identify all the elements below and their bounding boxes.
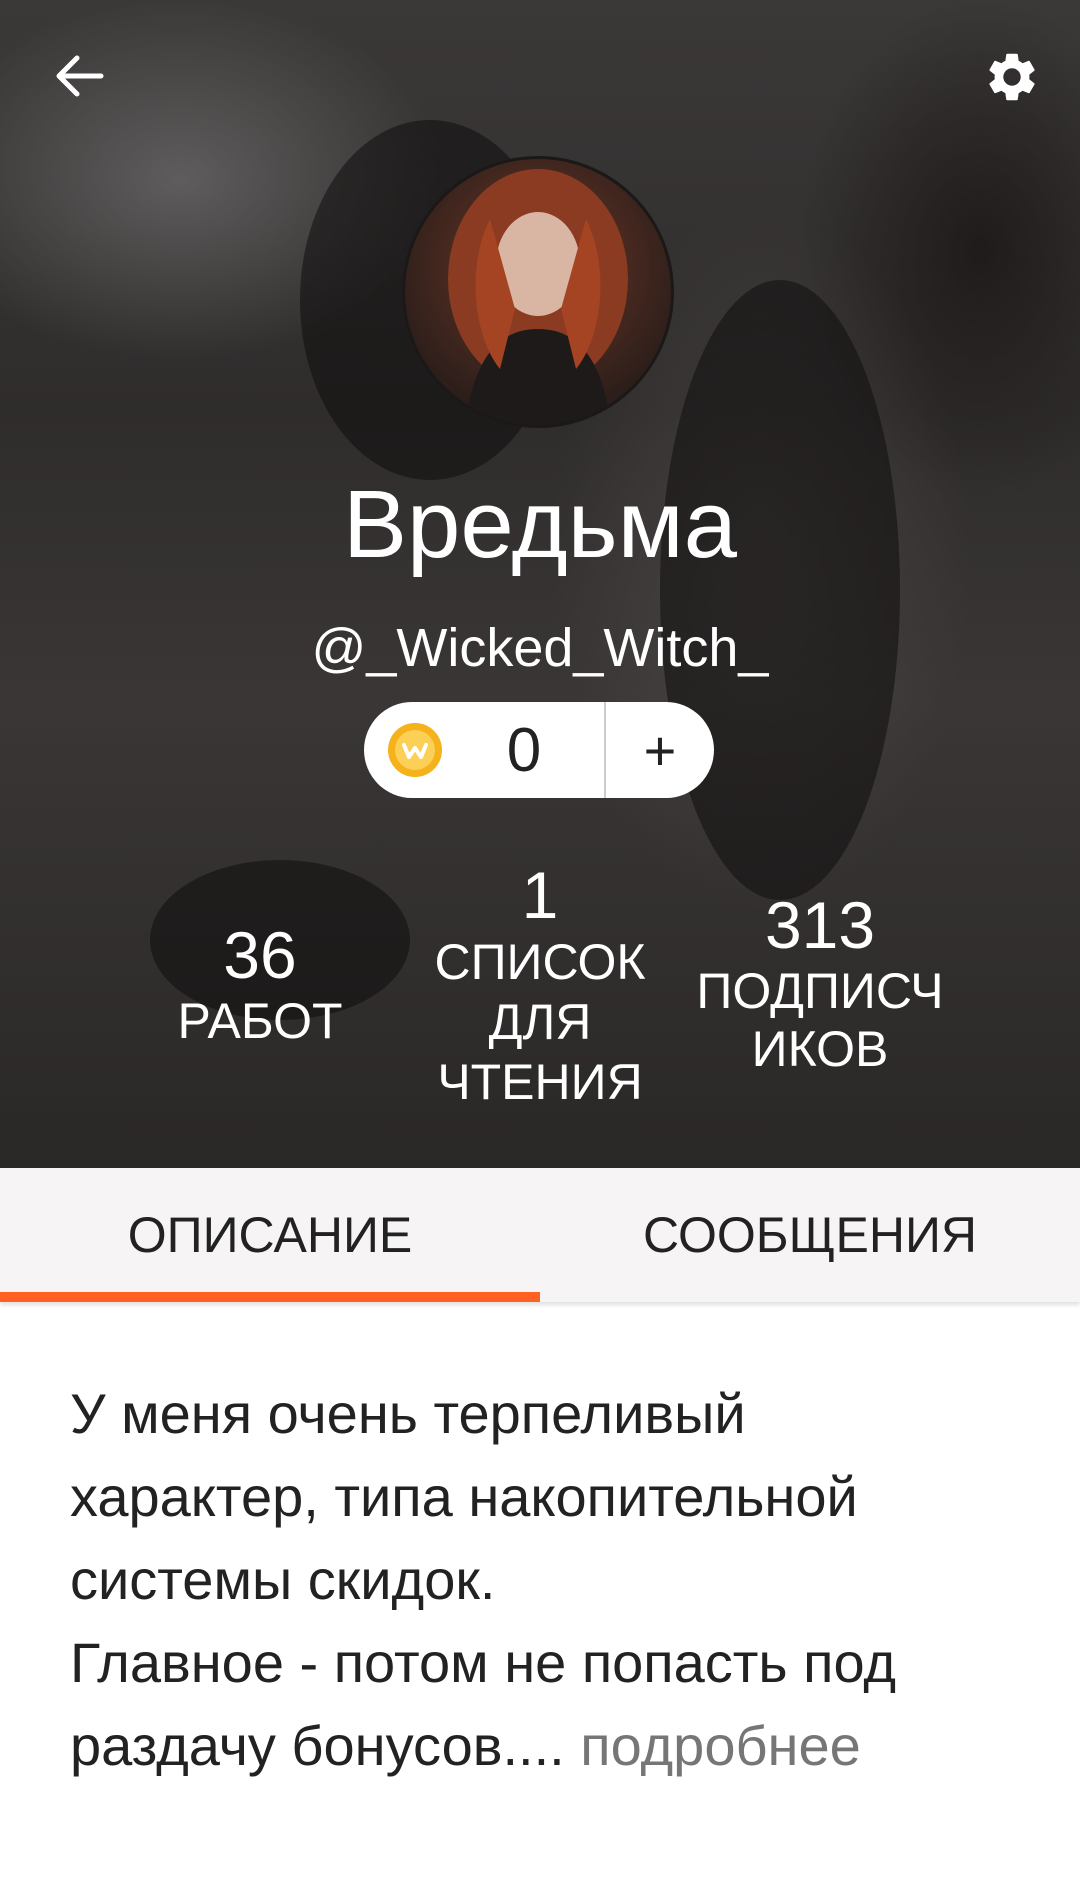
works-label: РАБОТ bbox=[177, 993, 343, 1049]
profile-header: Вредьма @_Wicked_Witch_ 0 + 36 РАБОТ 1 С… bbox=[0, 0, 1080, 1168]
avatar-image bbox=[448, 169, 628, 425]
display-name: Вредьма bbox=[342, 471, 738, 578]
description-line: системы скидок. bbox=[70, 1548, 496, 1611]
settings-button[interactable] bbox=[975, 40, 1049, 114]
coin-icon bbox=[388, 723, 442, 777]
followers-label-line2: ИКОВ bbox=[751, 1021, 889, 1077]
description-line: Главное - потом не попасть под bbox=[70, 1631, 897, 1694]
tab-description[interactable]: ОПИСАНИЕ bbox=[0, 1168, 540, 1302]
works-count: 36 bbox=[223, 918, 297, 992]
stat-followers[interactable]: 313 ПОДПИСЧ ИКОВ bbox=[680, 888, 960, 1078]
coin-count: 0 bbox=[506, 715, 542, 785]
add-coins-button[interactable]: + bbox=[606, 702, 714, 798]
profile-tabs: ОПИСАНИЕ СООБЩЕНИЯ bbox=[0, 1168, 1080, 1302]
description-line: характер, типа накопительной bbox=[70, 1465, 858, 1528]
reading-lists-count: 1 bbox=[521, 858, 559, 932]
avatar[interactable] bbox=[402, 156, 674, 428]
description-last-line: раздачу бонусов.... подробнее bbox=[70, 1704, 1030, 1787]
description-ellipsis: ... bbox=[518, 1714, 581, 1777]
reading-lists-label-line2: ДЛЯ bbox=[488, 994, 592, 1050]
description-line: раздачу бонусов. bbox=[70, 1714, 519, 1777]
followers-count: 313 bbox=[764, 888, 876, 962]
reading-lists-label-line3: ЧТЕНИЯ bbox=[437, 1054, 643, 1110]
background-photo-shape bbox=[660, 280, 900, 900]
reading-lists-label-line1: СПИСОК bbox=[434, 934, 646, 990]
stat-works[interactable]: 36 РАБОТ bbox=[160, 918, 360, 1050]
read-more-link[interactable]: подробнее bbox=[580, 1714, 861, 1777]
arrow-left-icon bbox=[56, 55, 104, 97]
followers-label-line1: ПОДПИСЧ bbox=[696, 963, 944, 1019]
gear-icon bbox=[989, 53, 1035, 101]
description-line: У меня очень терпеливый bbox=[70, 1382, 746, 1445]
stat-reading-lists[interactable]: 1 СПИСОК ДЛЯ ЧТЕНИЯ bbox=[420, 858, 660, 1112]
tab-messages[interactable]: СООБЩЕНИЯ bbox=[540, 1168, 1080, 1302]
coins-balance: 0 + bbox=[364, 702, 714, 798]
back-button[interactable] bbox=[44, 46, 114, 106]
username: @_Wicked_Witch_ bbox=[311, 618, 769, 678]
profile-description: У меня очень терпеливый характер, типа н… bbox=[70, 1372, 1030, 1787]
